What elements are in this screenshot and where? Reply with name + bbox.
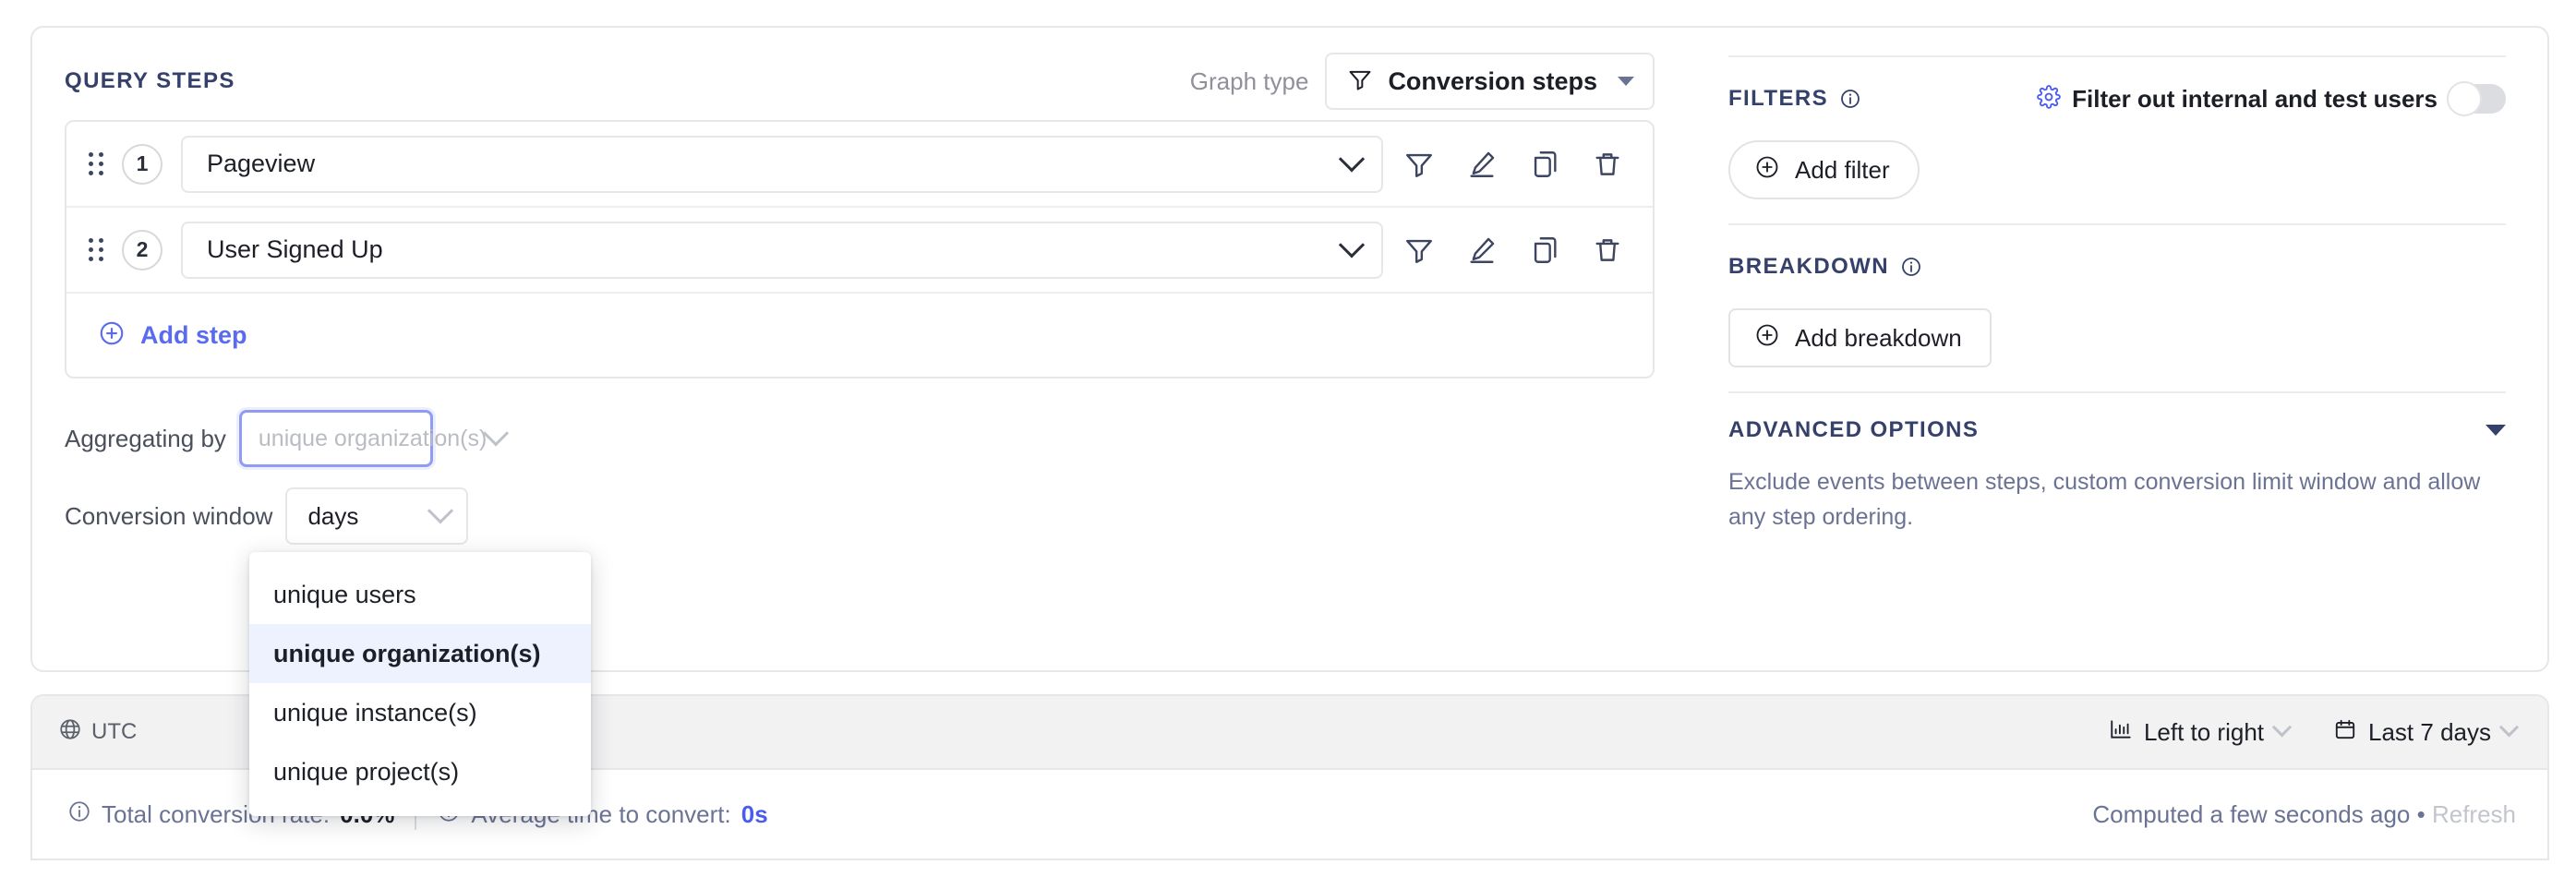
- step-row: 1 Pageview: [66, 122, 1653, 208]
- step-row: 2 User Signed Up: [66, 208, 1653, 294]
- aggregating-by-dropdown-menu: unique users unique organization(s) uniq…: [249, 552, 591, 816]
- globe-icon: [58, 717, 82, 748]
- drag-handle-icon[interactable]: [89, 150, 111, 178]
- internal-users-toggle[interactable]: [2449, 84, 2506, 114]
- advanced-options-description: Exclude events between steps, custom con…: [1728, 465, 2495, 535]
- aggregating-by-label: Aggregating by: [65, 425, 226, 453]
- page-title: QUERY STEPS: [65, 68, 235, 94]
- divider: [1728, 391, 2506, 393]
- divider: [1728, 55, 2506, 57]
- edit-icon[interactable]: [1466, 234, 1498, 266]
- chevron-down-icon: [1339, 232, 1365, 258]
- aggregating-by-row: Aggregating by unique organization(s): [65, 410, 1655, 467]
- dropdown-option-unique-organizations[interactable]: unique organization(s): [249, 624, 591, 683]
- edit-icon[interactable]: [1466, 149, 1498, 180]
- step-actions: [1403, 149, 1632, 180]
- info-icon[interactable]: [1900, 256, 1922, 278]
- duplicate-icon[interactable]: [1529, 149, 1560, 180]
- filters-section: FILTERS: [1728, 70, 2506, 223]
- filter-icon[interactable]: [1403, 234, 1435, 266]
- breakdown-title: BREAKDOWN: [1728, 254, 1889, 280]
- info-icon[interactable]: [67, 799, 91, 830]
- dropdown-option-unique-users[interactable]: unique users: [249, 565, 591, 624]
- plus-circle-icon: [1754, 154, 1780, 186]
- conversion-window-unit-select[interactable]: days: [285, 487, 468, 545]
- conversion-window-label: Conversion window: [65, 502, 272, 531]
- add-filter-label: Add filter: [1795, 156, 1890, 185]
- timezone-indicator[interactable]: UTC: [58, 717, 137, 748]
- bar-chart-icon: [2109, 717, 2133, 748]
- step-event-select[interactable]: Pageview: [181, 136, 1383, 193]
- gear-icon: [2037, 85, 2061, 114]
- graph-type-value: Conversion steps: [1388, 67, 1597, 96]
- chevron-down-icon: [2486, 425, 2506, 436]
- date-range-value: Last 7 days: [2368, 718, 2491, 747]
- computed-status: Computed a few seconds ago • Refresh: [2092, 800, 2516, 829]
- calendar-icon: [2333, 717, 2357, 748]
- add-breakdown-label: Add breakdown: [1795, 324, 1962, 353]
- add-step-label: Add step: [140, 321, 247, 350]
- chevron-down-icon: [427, 498, 453, 523]
- graph-type-button[interactable]: Conversion steps: [1325, 53, 1655, 110]
- steps-list: 1 Pageview: [65, 120, 1655, 378]
- app-root: QUERY STEPS Graph type Conversion steps: [0, 0, 2576, 877]
- chevron-down-icon: [1618, 77, 1634, 86]
- plus-circle-icon: [98, 319, 126, 352]
- add-filter-button[interactable]: Add filter: [1728, 140, 1920, 199]
- filters-title: FILTERS: [1728, 86, 1828, 112]
- internal-users-toggle-label: Filter out internal and test users: [2072, 85, 2438, 114]
- graph-type-control: Graph type Conversion steps: [1190, 53, 1655, 110]
- dropdown-option-unique-projects[interactable]: unique project(s): [249, 742, 591, 801]
- delete-icon[interactable]: [1592, 149, 1623, 180]
- advanced-options-title: ADVANCED OPTIONS: [1728, 417, 1979, 443]
- conversion-window-unit-value: days: [307, 502, 431, 531]
- advanced-options-toggle[interactable]: ADVANCED OPTIONS: [1728, 404, 2506, 456]
- date-range-select[interactable]: Last 7 days: [2333, 717, 2516, 748]
- results-controls: Left to right Last 7 days: [2109, 717, 2516, 748]
- average-time-to-convert-value: 0s: [741, 800, 768, 829]
- computed-text: Computed a few seconds ago: [2092, 800, 2410, 828]
- layout-direction-select[interactable]: Left to right: [2109, 717, 2289, 748]
- aggregating-by-select[interactable]: unique organization(s): [239, 410, 433, 467]
- advanced-options-section: ADVANCED OPTIONS Exclude events between …: [1728, 404, 2506, 535]
- funnel-icon: [1347, 66, 1373, 97]
- step-actions: [1403, 234, 1632, 266]
- filter-icon[interactable]: [1403, 149, 1435, 180]
- chevron-down-icon: [1339, 146, 1365, 172]
- graph-type-label: Graph type: [1190, 67, 1309, 96]
- toggle-knob: [2447, 81, 2482, 116]
- internal-users-toggle-row: Filter out internal and test users: [2037, 84, 2506, 114]
- step-number: 1: [122, 144, 163, 185]
- dropdown-option-unique-instances[interactable]: unique instance(s): [249, 683, 591, 742]
- add-breakdown-button[interactable]: Add breakdown: [1728, 308, 1992, 367]
- breakdown-section: BREAKDOWN: [1728, 238, 2506, 391]
- delete-icon[interactable]: [1592, 234, 1623, 266]
- step-event-value: User Signed Up: [207, 235, 1342, 264]
- query-options-sidebar: FILTERS: [1687, 28, 2547, 670]
- duplicate-icon[interactable]: [1529, 234, 1560, 266]
- layout-direction-value: Left to right: [2144, 718, 2264, 747]
- chevron-down-icon: [2499, 717, 2519, 737]
- query-steps-header: QUERY STEPS Graph type Conversion steps: [65, 55, 1655, 107]
- divider: [1728, 223, 2506, 225]
- info-icon[interactable]: [1839, 88, 1861, 110]
- status-separator: •: [2417, 800, 2426, 828]
- plus-circle-icon: [1754, 322, 1780, 354]
- drag-handle-icon[interactable]: [89, 236, 111, 264]
- chevron-down-icon: [2272, 717, 2292, 737]
- chevron-down-icon: [483, 420, 509, 446]
- timezone-label: UTC: [91, 719, 137, 745]
- step-event-select[interactable]: User Signed Up: [181, 222, 1383, 279]
- add-step-button[interactable]: Add step: [66, 294, 1653, 377]
- step-number: 2: [122, 230, 163, 270]
- step-event-value: Pageview: [207, 150, 1342, 178]
- refresh-button[interactable]: Refresh: [2432, 800, 2516, 828]
- conversion-window-row: Conversion window days: [65, 487, 1655, 545]
- aggregating-by-value: unique organization(s): [259, 426, 487, 452]
